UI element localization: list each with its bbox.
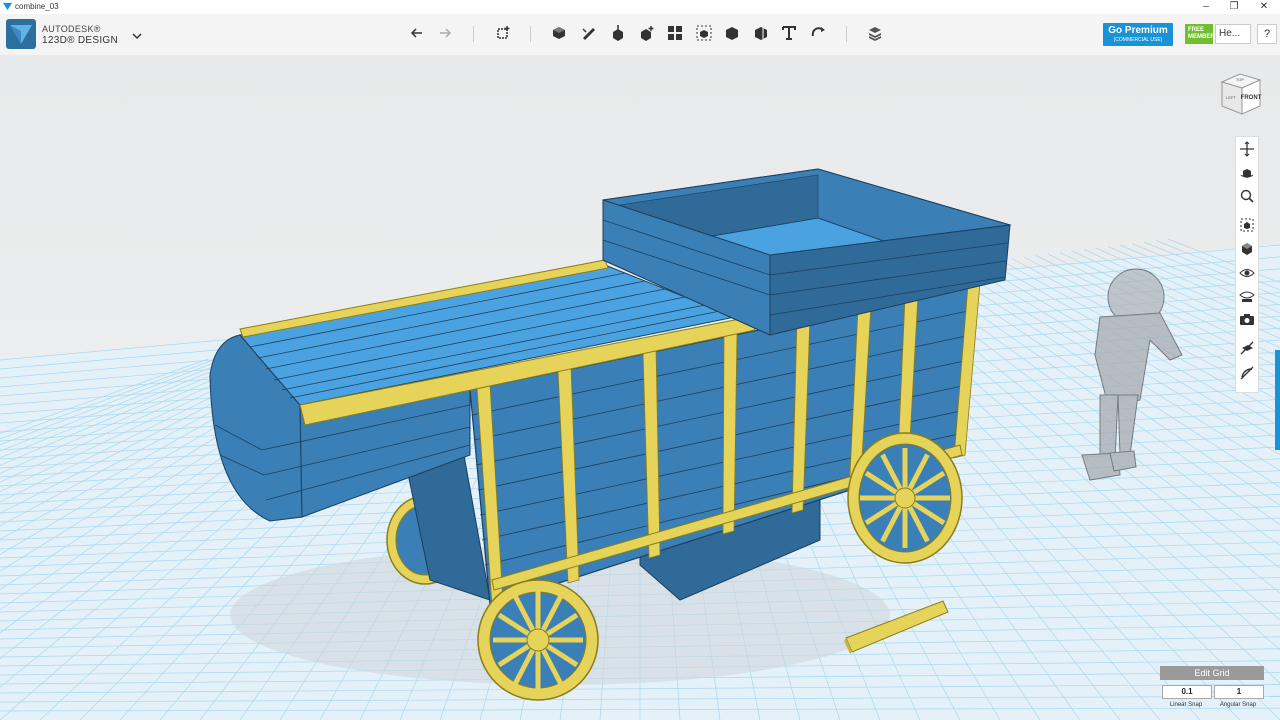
chevron-down-icon[interactable] bbox=[131, 31, 143, 41]
group-icon[interactable] bbox=[695, 24, 713, 42]
user-label: He... bbox=[1219, 28, 1241, 39]
orbit-icon[interactable] bbox=[1239, 165, 1255, 181]
help-button[interactable]: ? bbox=[1257, 24, 1277, 44]
view-icon[interactable] bbox=[1239, 241, 1255, 257]
main-toolbar: AUTODESK® 123D® DESIGN Go Premium (COMME… bbox=[0, 14, 1280, 56]
transform-icon[interactable] bbox=[494, 24, 512, 42]
materials-view-icon[interactable] bbox=[1239, 288, 1255, 304]
app-logo-icon bbox=[3, 2, 12, 11]
sketch-icon[interactable] bbox=[580, 24, 598, 42]
measure-icon[interactable] bbox=[752, 24, 770, 42]
screenshot-icon[interactable] bbox=[1239, 311, 1255, 327]
viewcube-top-label: TOP bbox=[1236, 77, 1244, 82]
undo-icon[interactable] bbox=[408, 24, 426, 42]
window-title: combine_03 bbox=[15, 2, 59, 11]
viewcube-front-label: FRONT bbox=[1241, 95, 1262, 101]
membership-badge: FREE MEMBER bbox=[1185, 24, 1215, 44]
close-button[interactable]: ✕ bbox=[1250, 0, 1278, 14]
pan-icon[interactable] bbox=[1239, 141, 1255, 157]
3d-viewport[interactable] bbox=[0, 55, 1280, 720]
angular-snap-field[interactable]: 1 bbox=[1214, 685, 1264, 699]
materials-icon[interactable] bbox=[866, 24, 884, 42]
premium-title: Go Premium bbox=[1108, 25, 1168, 36]
snap-toggle-icon[interactable] bbox=[1239, 365, 1255, 381]
snap-icon[interactable] bbox=[809, 24, 827, 42]
linear-snap-field[interactable]: 0.1 bbox=[1162, 685, 1212, 699]
construct-icon[interactable] bbox=[609, 24, 627, 42]
edit-grid-panel: Edit Grid 0.1 1 Linear Snap Angular Snap bbox=[1160, 666, 1264, 716]
zoom-icon[interactable] bbox=[1239, 188, 1255, 204]
membership-line1: FREE bbox=[1188, 27, 1205, 33]
angular-snap-label: Angular Snap bbox=[1219, 702, 1257, 708]
toolbar-divider bbox=[846, 26, 847, 42]
brand-line2: 123D® DESIGN bbox=[42, 35, 118, 46]
view-cube[interactable]: TOP LEFT FRONT bbox=[1214, 68, 1266, 120]
go-premium-button[interactable]: Go Premium (COMMERCIAL USE) bbox=[1103, 23, 1173, 46]
combine-icon[interactable] bbox=[723, 24, 741, 42]
pattern-icon[interactable] bbox=[666, 24, 684, 42]
side-panel-tab[interactable] bbox=[1275, 350, 1280, 450]
fit-icon[interactable] bbox=[1239, 217, 1255, 233]
redo-icon[interactable] bbox=[436, 24, 454, 42]
primitives-icon[interactable] bbox=[550, 24, 568, 42]
modify-icon[interactable] bbox=[638, 24, 656, 42]
rear-wheel-right[interactable] bbox=[847, 432, 963, 564]
visibility-icon[interactable] bbox=[1239, 265, 1255, 281]
title-bar: combine_03 – ❐ ✕ bbox=[0, 0, 1280, 14]
viewcube-left-label: LEFT bbox=[1226, 95, 1236, 100]
front-wheel-left[interactable] bbox=[477, 579, 599, 701]
toolbar-divider bbox=[530, 26, 531, 42]
brand-line1: AUTODESK® bbox=[42, 24, 101, 34]
edit-grid-button[interactable]: Edit Grid bbox=[1160, 666, 1264, 680]
grid-toggle-icon[interactable] bbox=[1239, 340, 1255, 356]
app-logo-icon[interactable] bbox=[6, 19, 36, 49]
linear-snap-label: Linear Snap bbox=[1169, 702, 1203, 708]
text-icon[interactable] bbox=[780, 24, 798, 42]
toolbar-divider bbox=[473, 26, 474, 42]
minimize-button[interactable]: – bbox=[1192, 0, 1220, 14]
membership-line2: MEMBER bbox=[1188, 34, 1215, 40]
premium-subtitle: (COMMERCIAL USE) bbox=[1113, 37, 1163, 43]
user-menu-button[interactable]: He... bbox=[1215, 24, 1251, 44]
navigation-bar bbox=[1235, 136, 1259, 393]
maximize-button[interactable]: ❐ bbox=[1220, 0, 1248, 14]
